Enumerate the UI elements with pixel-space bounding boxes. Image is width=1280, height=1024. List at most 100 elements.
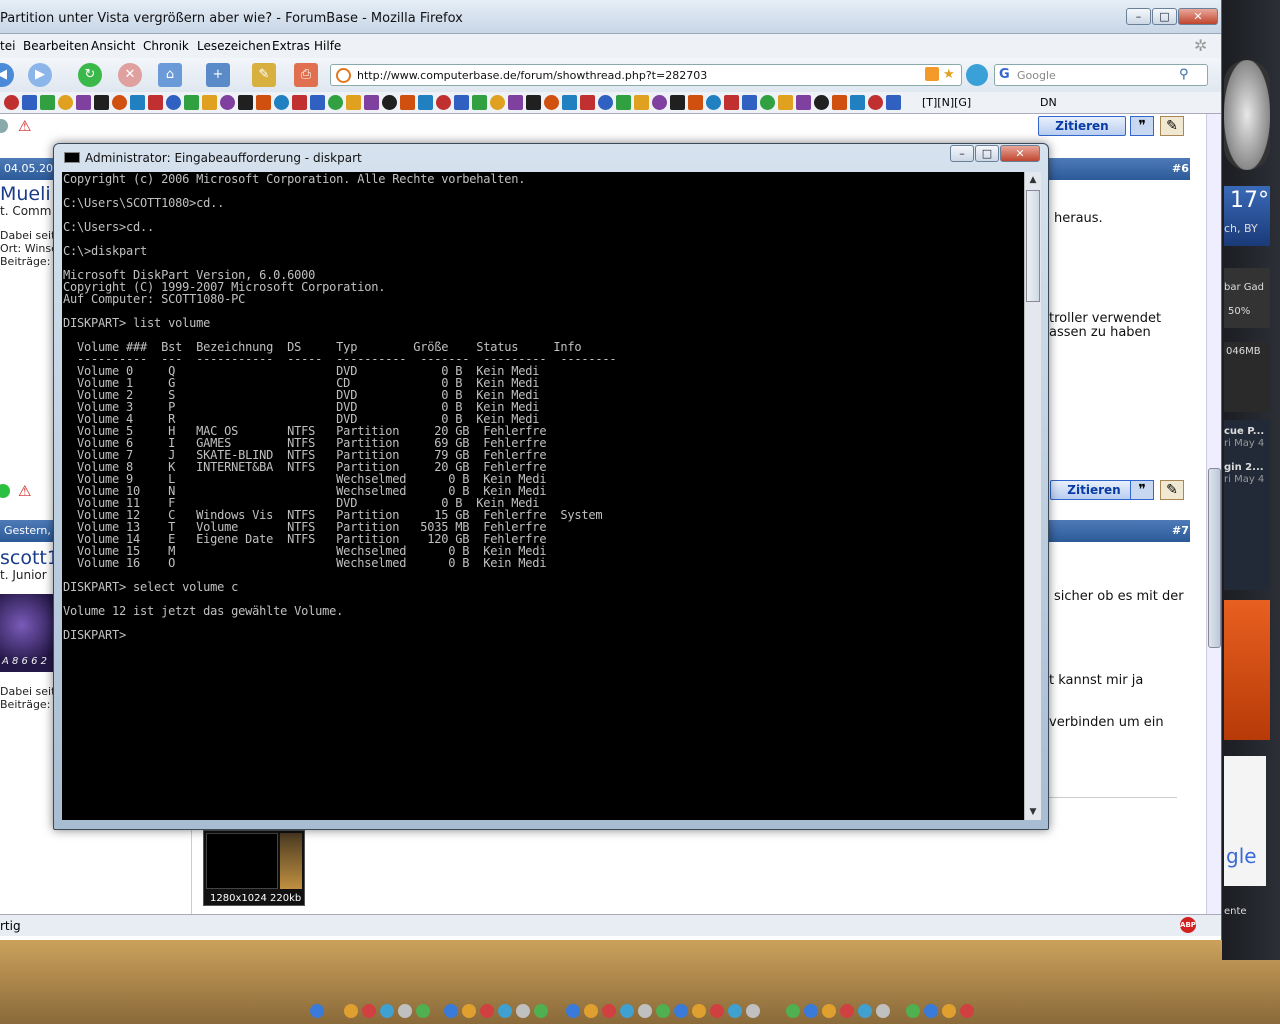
- post6-username[interactable]: Mueli: [0, 183, 51, 205]
- dock-icon[interactable]: [534, 1004, 548, 1018]
- bookmark-icon[interactable]: [220, 95, 235, 110]
- dock-icon[interactable]: [876, 1004, 890, 1018]
- bookmark-icon[interactable]: [76, 95, 91, 110]
- bookmark-icon[interactable]: [148, 95, 163, 110]
- search-icon[interactable]: ⚲: [1179, 67, 1189, 82]
- bookmark-icon[interactable]: [580, 95, 595, 110]
- bookmark-icon[interactable]: [886, 95, 901, 110]
- quote-button[interactable]: Zitieren: [1038, 116, 1126, 136]
- bookmark-icon[interactable]: [184, 95, 199, 110]
- home-icon[interactable]: ⌂: [158, 63, 182, 87]
- dock-icon[interactable]: [620, 1004, 634, 1018]
- back-icon[interactable]: ◀: [0, 63, 14, 87]
- bookmark-icon[interactable]: [526, 95, 541, 110]
- dock-icon[interactable]: [728, 1004, 742, 1018]
- dock-icon[interactable]: [362, 1004, 376, 1018]
- bookmark-icon[interactable]: [238, 95, 253, 110]
- bookmark-icon[interactable]: [94, 95, 109, 110]
- dock-icon[interactable]: [674, 1004, 688, 1018]
- bookmark-icon[interactable]: [112, 95, 127, 110]
- dock-icon[interactable]: [344, 1004, 358, 1018]
- bookmark-icon[interactable]: [670, 95, 685, 110]
- bookmark-star-icon[interactable]: ★: [943, 67, 955, 82]
- cmd-scrollbar[interactable]: ▲ ▼: [1024, 172, 1041, 820]
- bookmark-icon[interactable]: [832, 95, 847, 110]
- bookmark-icon[interactable]: [796, 95, 811, 110]
- notes-gadget[interactable]: [1224, 600, 1270, 740]
- print-icon[interactable]: ⎙: [294, 63, 318, 87]
- dock-icon[interactable]: [638, 1004, 652, 1018]
- rss-icon[interactable]: [925, 67, 939, 81]
- maximize-button[interactable]: □: [1152, 8, 1177, 25]
- multiquote-icon[interactable]: ❞: [1130, 116, 1154, 136]
- attachment-thumbnail[interactable]: 1280x1024 220kb: [203, 830, 305, 906]
- dock-icon[interactable]: [462, 1004, 476, 1018]
- menu-history[interactable]: Chronik: [143, 39, 189, 53]
- clock-gadget[interactable]: [1224, 60, 1270, 170]
- bookmark-label-dn[interactable]: DN: [1040, 96, 1057, 109]
- bookmark-icon[interactable]: [436, 95, 451, 110]
- dock-icon[interactable]: [804, 1004, 818, 1018]
- bookmark-icon[interactable]: [634, 95, 649, 110]
- dock-icon[interactable]: [942, 1004, 956, 1018]
- dock-icon[interactable]: [822, 1004, 836, 1018]
- page-scrollbar[interactable]: [1206, 114, 1221, 914]
- bookmark-icon[interactable]: [328, 95, 343, 110]
- bookmark-icon[interactable]: [454, 95, 469, 110]
- scrollbar-thumb[interactable]: [1208, 468, 1221, 648]
- dock-icon[interactable]: [380, 1004, 394, 1018]
- scroll-up-icon[interactable]: ▲: [1026, 172, 1040, 188]
- bookmark-label-tng[interactable]: [T][N][G]: [922, 96, 971, 109]
- cmd-minimize-button[interactable]: –: [950, 145, 974, 162]
- menu-file[interactable]: tei: [0, 39, 15, 53]
- dock-icon[interactable]: [710, 1004, 724, 1018]
- feed-gadget[interactable]: cue P... ri May 4 gin 2... ri May 4: [1224, 420, 1270, 590]
- bookmark-icon[interactable]: [688, 95, 703, 110]
- dock-icon[interactable]: [656, 1004, 670, 1018]
- bookmark-icon[interactable]: [382, 95, 397, 110]
- cpu-gadget[interactable]: bar Gad 50%: [1224, 268, 1270, 328]
- bookmark-icon[interactable]: [562, 95, 577, 110]
- menu-edit[interactable]: Bearbeiten: [23, 39, 89, 53]
- bookmark-icon[interactable]: [778, 95, 793, 110]
- dock-icon[interactable]: [444, 1004, 458, 1018]
- cmd-close-button[interactable]: ✕: [1000, 145, 1040, 162]
- feed1-title[interactable]: cue P...: [1224, 426, 1264, 437]
- forward-icon[interactable]: ▶: [28, 63, 52, 87]
- dock-icon[interactable]: [602, 1004, 616, 1018]
- cmd-console[interactable]: Copyright (c) 2006 Microsoft Corporation…: [62, 172, 1024, 820]
- dock-icon[interactable]: [786, 1004, 800, 1018]
- bookmark-icon[interactable]: [868, 95, 883, 110]
- reload-icon[interactable]: ↻: [78, 63, 102, 87]
- report-icon-2[interactable]: ⚠: [18, 482, 31, 500]
- url-bar[interactable]: http://www.computerbase.de/forum/showthr…: [330, 64, 962, 86]
- post7-number[interactable]: #7: [1172, 524, 1189, 537]
- bookmark-icon[interactable]: [130, 95, 145, 110]
- dock-icon[interactable]: [960, 1004, 974, 1018]
- dock-icon[interactable]: [692, 1004, 706, 1018]
- adblock-icon[interactable]: ABP: [1180, 917, 1196, 933]
- edit-post-icon-2[interactable]: ✎: [1160, 480, 1184, 500]
- bookmark-icon[interactable]: [616, 95, 631, 110]
- bookmark-icon[interactable]: [364, 95, 379, 110]
- weather-gadget[interactable]: 17° ch, BY: [1224, 186, 1270, 246]
- bookmark-icon[interactable]: [22, 95, 37, 110]
- new-tab-icon[interactable]: +: [206, 63, 230, 87]
- dock-icon[interactable]: [566, 1004, 580, 1018]
- go-icon[interactable]: [966, 64, 988, 86]
- bookmark-icon[interactable]: [652, 95, 667, 110]
- search-gadget[interactable]: gle: [1224, 756, 1266, 886]
- bookmark-icon[interactable]: [814, 95, 829, 110]
- edit-icon[interactable]: ✎: [252, 63, 276, 87]
- memory-gadget[interactable]: 046MB: [1224, 342, 1270, 412]
- cmd-scroll-thumb[interactable]: [1026, 190, 1040, 302]
- bookmark-icon[interactable]: [166, 95, 181, 110]
- bookmark-icon[interactable]: [274, 95, 289, 110]
- close-button[interactable]: ✕: [1178, 8, 1218, 25]
- bookmark-icon[interactable]: [850, 95, 865, 110]
- bookmark-icon[interactable]: [400, 95, 415, 110]
- bookmark-icon[interactable]: [472, 95, 487, 110]
- dock-icon[interactable]: [746, 1004, 760, 1018]
- menu-view[interactable]: Ansicht: [91, 39, 135, 53]
- stop-icon[interactable]: ✕: [118, 63, 142, 87]
